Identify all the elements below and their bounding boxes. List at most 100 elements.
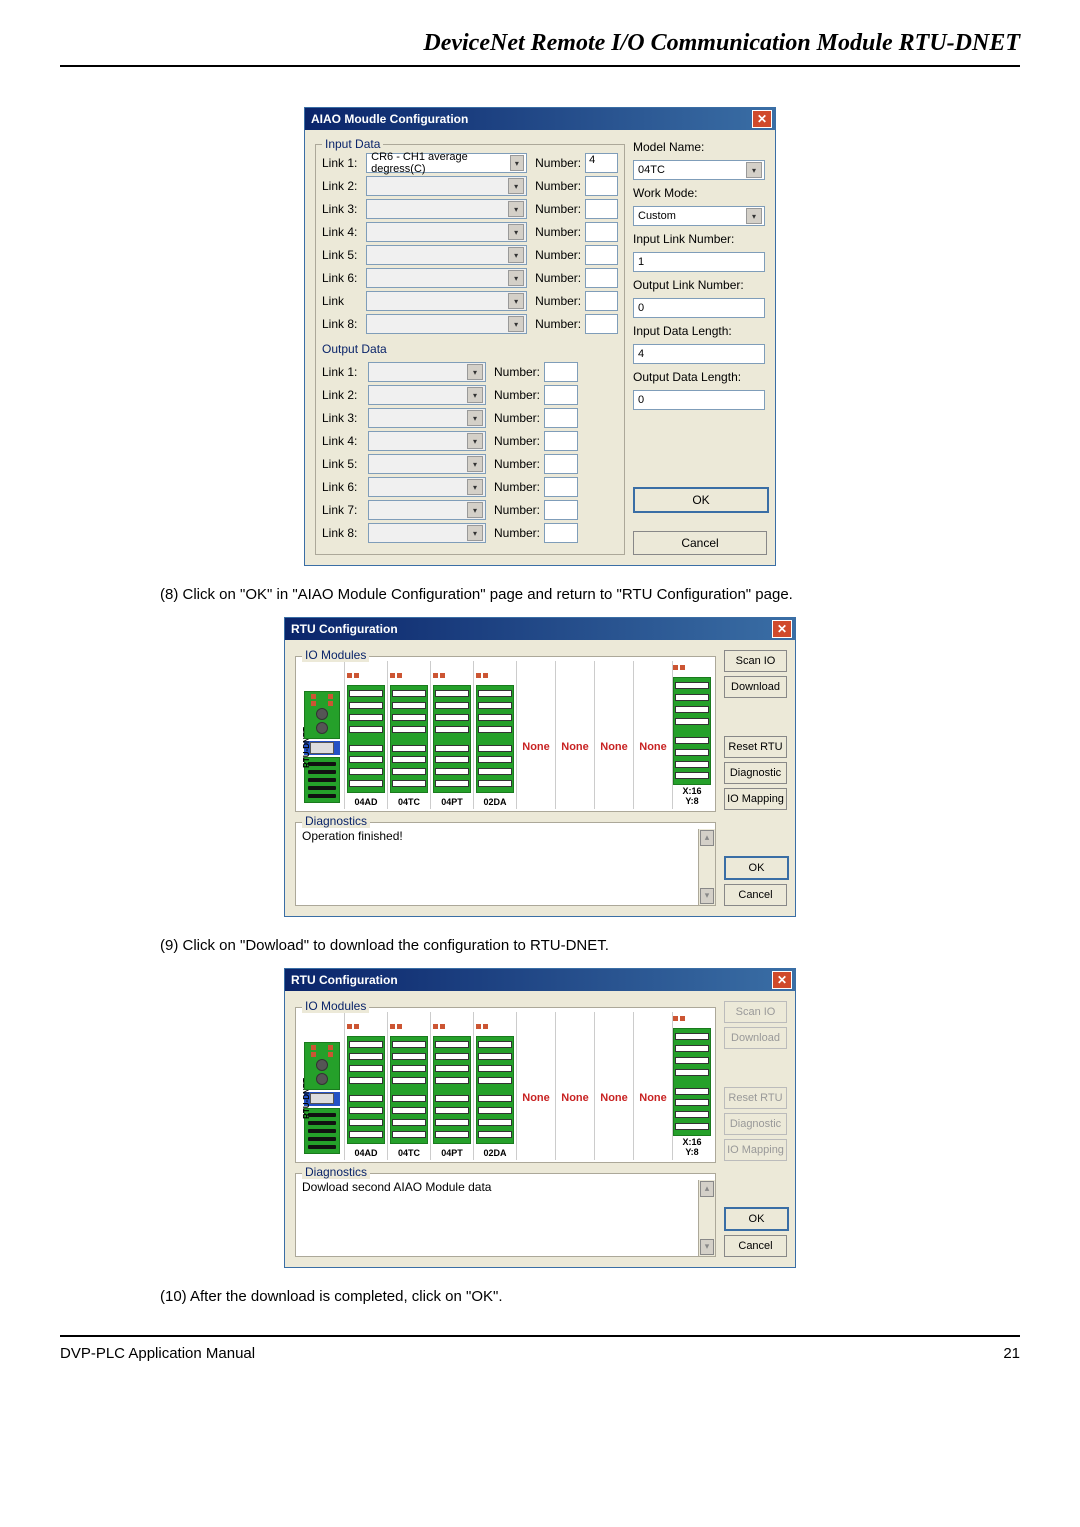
output-data-length-input[interactable]: 0 — [633, 390, 765, 410]
chevron-down-icon[interactable]: ▾ — [508, 224, 524, 240]
link-number-input[interactable] — [544, 385, 578, 405]
chevron-down-icon[interactable]: ▾ — [746, 162, 762, 178]
link-select[interactable]: ▾ — [368, 431, 486, 451]
link1-number-input[interactable]: 4 — [585, 153, 618, 173]
link-number-input[interactable] — [585, 268, 618, 288]
module-none-slot[interactable]: None — [517, 661, 556, 809]
chevron-down-icon[interactable]: ▾ — [746, 208, 762, 224]
link-select[interactable]: ▾ — [368, 523, 486, 543]
link1-select[interactable]: CR6 - CH1 average degress(C) ▾ — [366, 153, 527, 173]
link-number-input[interactable] — [544, 408, 578, 428]
model-name-select[interactable]: 04TC ▾ — [633, 160, 765, 180]
link-number-input[interactable] — [544, 431, 578, 451]
link-number-input[interactable] — [544, 362, 578, 382]
chevron-down-icon[interactable]: ▾ — [467, 456, 483, 472]
link-number-input[interactable] — [544, 454, 578, 474]
module-none-slot[interactable]: None — [595, 661, 634, 809]
reset-rtu-button[interactable]: Reset RTU — [724, 736, 787, 758]
scrollbar[interactable]: ▴ ▾ — [698, 829, 715, 905]
cancel-button[interactable]: Cancel — [724, 1235, 787, 1257]
input-data-length-input[interactable]: 4 — [633, 344, 765, 364]
chevron-down-icon[interactable]: ▾ — [467, 364, 483, 380]
link-select[interactable]: ▾ — [366, 268, 527, 288]
rtu-dnet-module[interactable]: RTU-DNET — [300, 1012, 345, 1160]
module-none-slot[interactable]: None — [556, 1012, 595, 1160]
module-04tc[interactable]: 04TC — [388, 661, 431, 809]
scrollbar[interactable]: ▴ ▾ — [698, 1180, 715, 1256]
link-number-input[interactable] — [544, 477, 578, 497]
module-none-slot[interactable]: None — [634, 661, 673, 809]
link-select[interactable]: ▾ — [366, 291, 527, 311]
close-icon[interactable]: ✕ — [752, 110, 772, 128]
ok-button[interactable]: OK — [724, 856, 789, 880]
module-02da[interactable]: 02DA — [474, 1012, 517, 1160]
ok-button[interactable]: OK — [724, 1207, 789, 1231]
link-select[interactable]: ▾ — [368, 454, 486, 474]
chevron-down-icon[interactable]: ▾ — [508, 316, 524, 332]
module-none-slot[interactable]: None — [556, 661, 595, 809]
cancel-button[interactable]: Cancel — [724, 884, 787, 906]
chevron-down-icon[interactable]: ▾ — [508, 247, 524, 263]
chevron-down-icon[interactable]: ▾ — [508, 201, 524, 217]
link-select[interactable]: ▾ — [366, 176, 527, 196]
link-number-input[interactable] — [585, 314, 618, 334]
none-label: None — [556, 687, 594, 807]
work-mode-select[interactable]: Custom ▾ — [633, 206, 765, 226]
chevron-down-icon[interactable]: ▾ — [467, 387, 483, 403]
module-extension[interactable]: X:16Y:8 — [673, 1012, 711, 1160]
none-label: None — [595, 1038, 633, 1158]
chevron-down-icon[interactable]: ▾ — [467, 502, 483, 518]
scroll-down-icon[interactable]: ▾ — [700, 888, 714, 904]
chevron-down-icon[interactable]: ▾ — [508, 270, 524, 286]
module-04pt[interactable]: 04PT — [431, 1012, 474, 1160]
chevron-down-icon[interactable]: ▾ — [467, 410, 483, 426]
link-number-input[interactable] — [585, 222, 618, 242]
scroll-down-icon[interactable]: ▾ — [700, 1239, 714, 1255]
close-icon[interactable]: ✕ — [772, 971, 792, 989]
link-number-input[interactable] — [544, 523, 578, 543]
module-04ad[interactable]: 04AD — [345, 661, 388, 809]
link-select[interactable]: ▾ — [368, 385, 486, 405]
module-name: 02DA — [483, 1148, 506, 1158]
chevron-down-icon[interactable]: ▾ — [467, 433, 483, 449]
link-select[interactable]: ▾ — [368, 408, 486, 428]
chevron-down-icon[interactable]: ▾ — [467, 525, 483, 541]
link-number-input[interactable] — [585, 176, 618, 196]
link-select[interactable]: ▾ — [368, 477, 486, 497]
link-select[interactable]: ▾ — [366, 245, 527, 265]
io-mapping-button[interactable]: IO Mapping — [724, 788, 787, 810]
close-icon[interactable]: ✕ — [772, 620, 792, 638]
cancel-button[interactable]: Cancel — [633, 531, 767, 555]
rtu-dnet-module[interactable]: RTU-DNET — [300, 661, 345, 809]
link-select[interactable]: ▾ — [366, 222, 527, 242]
link-select[interactable]: ▾ — [368, 362, 486, 382]
link-number-input[interactable] — [585, 291, 618, 311]
module-04ad[interactable]: 04AD — [345, 1012, 388, 1160]
module-none-slot[interactable]: None — [634, 1012, 673, 1160]
module-04tc[interactable]: 04TC — [388, 1012, 431, 1160]
input-link-number-input[interactable]: 1 — [633, 252, 765, 272]
link-number-input[interactable] — [544, 500, 578, 520]
diagnostic-button[interactable]: Diagnostic — [724, 762, 787, 784]
chevron-down-icon[interactable]: ▾ — [508, 293, 524, 309]
chevron-down-icon[interactable]: ▾ — [508, 178, 524, 194]
chevron-down-icon[interactable]: ▾ — [510, 155, 525, 171]
chevron-down-icon[interactable]: ▾ — [467, 479, 483, 495]
module-none-slot[interactable]: None — [595, 1012, 634, 1160]
output-data-legend: Output Data — [322, 342, 618, 356]
link-select[interactable]: ▾ — [366, 199, 527, 219]
download-button[interactable]: Download — [724, 676, 787, 698]
link-select[interactable]: ▾ — [368, 500, 486, 520]
output-link-number-input[interactable]: 0 — [633, 298, 765, 318]
link-select[interactable]: ▾ — [366, 314, 527, 334]
scroll-up-icon[interactable]: ▴ — [700, 1181, 714, 1197]
module-02da[interactable]: 02DA — [474, 661, 517, 809]
scan-io-button[interactable]: Scan IO — [724, 650, 787, 672]
scroll-up-icon[interactable]: ▴ — [700, 830, 714, 846]
module-04pt[interactable]: 04PT — [431, 661, 474, 809]
module-extension[interactable]: X:16Y:8 — [673, 661, 711, 809]
module-none-slot[interactable]: None — [517, 1012, 556, 1160]
ok-button[interactable]: OK — [633, 487, 769, 513]
link-number-input[interactable] — [585, 199, 618, 219]
link-number-input[interactable] — [585, 245, 618, 265]
